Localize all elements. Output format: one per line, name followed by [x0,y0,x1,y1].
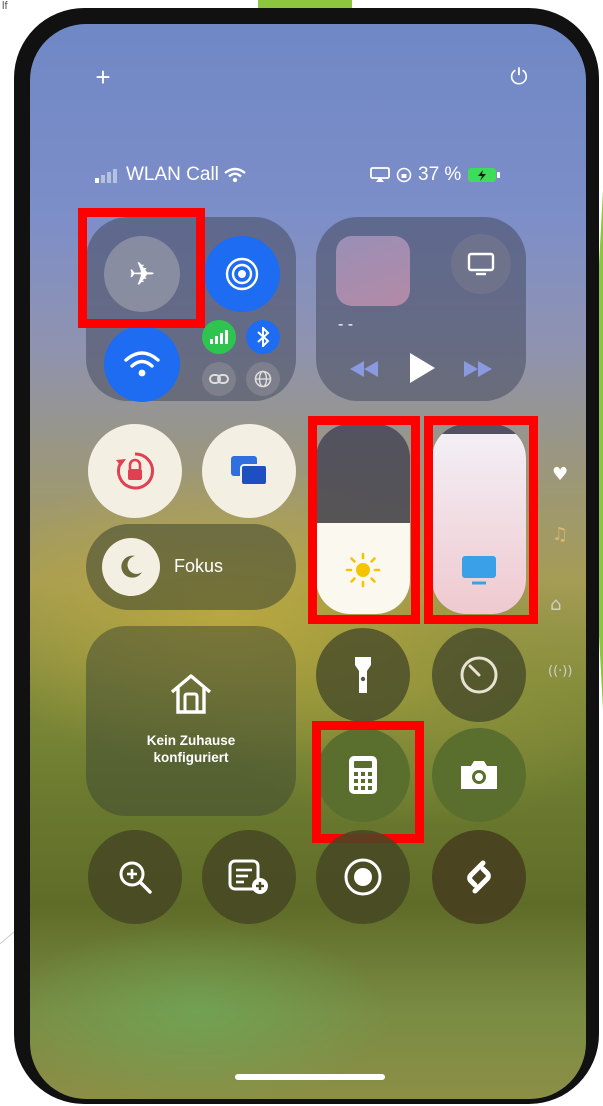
heart-icon: ♥ [552,464,569,485]
focus-label: Fokus [174,556,224,576]
timer-icon [460,656,498,694]
carrier-label: WLAN Call [126,164,219,185]
timer-button[interactable] [432,628,526,722]
flashlight-icon [355,657,371,693]
track-title: - - [338,316,354,333]
highlight-display-slider [424,416,538,624]
moon-icon [121,555,142,578]
magnifier-button[interactable] [88,830,182,924]
highlight-brightness-slider [308,416,420,624]
battery-charging-icon [468,168,501,182]
house-icon [170,674,212,714]
rotation-lock-icon [116,452,154,490]
previous-track-button[interactable] [342,352,386,386]
moon-icon-button [102,538,160,596]
globe-icon [254,370,272,388]
airplay-button[interactable] [451,234,511,294]
link-icon [209,374,229,384]
personal-hotspot-button[interactable] [202,362,236,396]
rewind-icon [350,361,378,377]
system-status: 37 % [370,164,501,186]
highlight-calculator [312,721,424,843]
camera-icon [461,761,497,789]
shazam-button[interactable] [432,830,526,924]
cellular-data-button[interactable] [202,320,236,354]
phone-frame: + ⏻ WLAN Call 37 % ✈ - - ♥ ♫ ⌂ ((·)) Fok… [14,8,599,1104]
power-icon[interactable]: ⏻ [504,62,534,92]
play-button[interactable] [400,346,444,390]
home-indicator[interactable] [235,1074,385,1080]
play-icon [410,353,435,383]
airdrop-button[interactable] [204,236,280,312]
cellular-icon [210,330,228,344]
screen-mirroring-button[interactable] [202,424,296,518]
home-tile[interactable] [86,626,296,816]
home-status-label: Kein Zuhause konfiguriert [146,733,236,765]
airdrop-icon [225,257,259,291]
signal-bars-icon [95,169,117,183]
bluetooth-icon [257,327,270,347]
battery-percent: 37 % [418,164,462,185]
wifi-button[interactable] [104,326,180,402]
add-control-button[interactable]: + [88,62,118,92]
bluetooth-button[interactable] [246,320,280,354]
magnifier-icon [119,861,152,894]
vpn-button[interactable] [246,362,280,396]
airplay-status-icon [370,167,390,182]
wifi-icon [124,351,160,377]
album-artwork[interactable] [336,236,410,306]
wifi-status-icon [224,167,246,183]
control-center-screen: + ⏻ WLAN Call 37 % ✈ - - ♥ ♫ ⌂ ((·)) Fok… [30,24,586,1099]
screen-recording-button[interactable] [316,830,410,924]
quick-note-button[interactable] [202,830,296,924]
camera-button[interactable] [432,728,526,822]
quick-note-icon [228,859,268,894]
antenna-icon: ((·)) [548,664,573,679]
record-icon [344,858,382,896]
next-track-button[interactable] [456,352,500,386]
flashlight-button[interactable] [316,628,410,722]
airplay-screen-icon [467,252,495,276]
orientation-lock-status-icon [396,167,412,183]
carrier-status: WLAN Call [95,164,246,186]
orientation-lock-button[interactable] [88,424,182,518]
shazam-icon [467,860,491,894]
highlight-airplane-mode [78,208,205,328]
screen-mirror-icon [231,456,268,486]
slide-corner-text: lf [2,0,8,12]
home-side-icon: ⌂ [550,594,562,615]
music-note-icon: ♫ [552,524,569,545]
fast-forward-icon [464,361,492,377]
